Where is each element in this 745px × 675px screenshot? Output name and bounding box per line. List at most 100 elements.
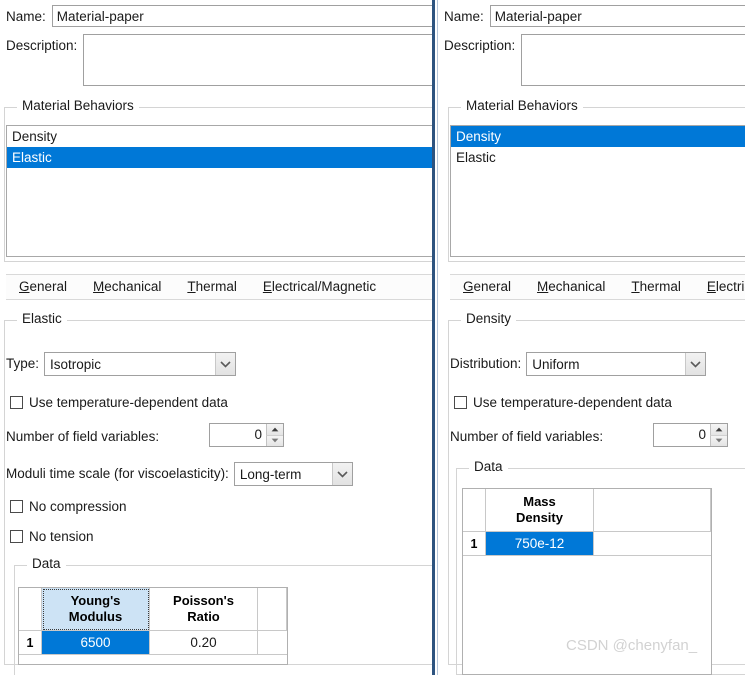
material-behaviors-list[interactable]: Density Elastic bbox=[6, 125, 434, 257]
material-behaviors-title: Material Behaviors bbox=[17, 98, 139, 113]
table-header-row: Young's Modulus Poisson's Ratio bbox=[19, 588, 287, 631]
stepper-down-icon[interactable] bbox=[266, 435, 283, 447]
description-input[interactable] bbox=[521, 34, 745, 86]
cell-mass-density[interactable]: 750e-12 bbox=[486, 532, 594, 556]
list-item[interactable]: Density bbox=[7, 126, 433, 147]
name-label: Name: bbox=[6, 5, 46, 29]
stepper-buttons[interactable] bbox=[266, 424, 283, 446]
list-item[interactable]: Density bbox=[451, 126, 745, 147]
use-temp-dependent-data-checkbox[interactable]: Use temperature-dependent data bbox=[10, 395, 228, 410]
description-label: Description: bbox=[444, 34, 515, 58]
column-header-line2: Modulus bbox=[69, 609, 122, 624]
stepper-down-icon[interactable] bbox=[710, 435, 727, 447]
material-editor-left-panel: Name: Material-paper Description: Materi… bbox=[0, 0, 435, 675]
distribution-label: Distribution: bbox=[450, 352, 521, 376]
description-label: Description: bbox=[6, 34, 77, 58]
description-input[interactable] bbox=[83, 34, 435, 86]
table-corner-cell bbox=[463, 489, 486, 532]
column-header-line2: Density bbox=[516, 510, 563, 525]
type-combobox[interactable]: Isotropic bbox=[44, 352, 236, 376]
column-header-line1: Mass bbox=[523, 494, 556, 509]
moduli-time-scale-row: Moduli time scale (for viscoelasticity):… bbox=[6, 462, 353, 486]
checkbox-icon[interactable] bbox=[10, 530, 23, 543]
field-variables-label: Number of field variables: bbox=[6, 425, 159, 449]
field-variables-row: Number of field variables: bbox=[450, 425, 603, 449]
field-variables-stepper[interactable]: 0 bbox=[653, 423, 728, 447]
type-row: Type: Isotropic bbox=[6, 352, 236, 376]
use-temp-dependent-data-checkbox[interactable]: Use temperature-dependent data bbox=[454, 395, 672, 410]
moduli-time-scale-combobox[interactable]: Long-term bbox=[234, 462, 353, 486]
field-variables-value[interactable]: 0 bbox=[654, 424, 710, 446]
stepper-up-icon[interactable] bbox=[710, 424, 727, 435]
menu-item-thermal[interactable]: Thermal bbox=[174, 275, 250, 299]
cell-poissons-ratio[interactable]: 0.20 bbox=[150, 631, 258, 655]
stepper-buttons[interactable] bbox=[710, 424, 727, 446]
field-variables-label: Number of field variables: bbox=[450, 425, 603, 449]
description-row: Description: bbox=[6, 34, 435, 86]
table-corner-cell bbox=[19, 588, 42, 631]
category-menubar[interactable]: General Mechanical Thermal Electrical/Ma… bbox=[6, 274, 435, 300]
table-row[interactable]: 1 750e-12 bbox=[463, 532, 711, 556]
data-group-title: Data bbox=[27, 556, 66, 571]
row-header[interactable]: 1 bbox=[463, 532, 486, 556]
menu-item-general[interactable]: General bbox=[450, 275, 524, 299]
field-variables-value[interactable]: 0 bbox=[210, 424, 266, 446]
menu-item-electrical-magnetic[interactable]: Electrical/Magnetic bbox=[694, 275, 745, 299]
name-input[interactable]: Material-paper bbox=[490, 5, 745, 27]
cell-filler bbox=[258, 631, 287, 655]
moduli-time-scale-label: Moduli time scale (for viscoelasticity): bbox=[6, 462, 229, 486]
distribution-row: Distribution: Uniform bbox=[450, 352, 706, 376]
elastic-section-title: Elastic bbox=[17, 311, 67, 326]
cell-youngs-modulus[interactable]: 6500 bbox=[42, 631, 150, 655]
distribution-combobox[interactable]: Uniform bbox=[526, 352, 706, 376]
column-header-poissons-ratio[interactable]: Poisson's Ratio bbox=[150, 588, 258, 631]
category-menubar[interactable]: General Mechanical Thermal Electrical/Ma… bbox=[450, 274, 745, 300]
field-variables-stepper[interactable]: 0 bbox=[209, 423, 284, 447]
row-header[interactable]: 1 bbox=[19, 631, 42, 655]
material-behaviors-list[interactable]: Density Elastic bbox=[450, 125, 745, 257]
no-compression-checkbox[interactable]: No compression bbox=[10, 499, 127, 514]
distribution-value: Uniform bbox=[527, 357, 685, 372]
column-header-filler bbox=[594, 489, 711, 532]
menu-item-thermal[interactable]: Thermal bbox=[618, 275, 694, 299]
column-header-line1: Poisson's bbox=[173, 593, 234, 608]
column-header-filler bbox=[258, 588, 287, 631]
name-row: Name: Material-paper bbox=[444, 5, 745, 29]
menu-item-mechanical[interactable]: Mechanical bbox=[80, 275, 174, 299]
list-item[interactable]: Elastic bbox=[451, 147, 745, 168]
description-row: Description: bbox=[444, 34, 745, 86]
checkbox-label: No compression bbox=[29, 499, 127, 514]
column-header-line1: Young's bbox=[71, 593, 121, 608]
list-item[interactable]: Elastic bbox=[7, 147, 433, 168]
table-row[interactable]: 1 6500 0.20 bbox=[19, 631, 287, 655]
checkbox-label: No tension bbox=[29, 529, 94, 544]
checkbox-label: Use temperature-dependent data bbox=[29, 395, 228, 410]
chevron-down-icon[interactable] bbox=[215, 353, 235, 375]
watermark: CSDN @chenyfan_ bbox=[566, 637, 697, 654]
checkbox-icon[interactable] bbox=[10, 500, 23, 513]
chevron-down-icon[interactable] bbox=[332, 463, 352, 485]
checkbox-label: Use temperature-dependent data bbox=[473, 395, 672, 410]
checkbox-icon[interactable] bbox=[10, 396, 23, 409]
column-header-youngs-modulus[interactable]: Young's Modulus bbox=[42, 588, 150, 631]
chevron-down-icon[interactable] bbox=[685, 353, 705, 375]
menu-item-mechanical[interactable]: Mechanical bbox=[524, 275, 618, 299]
name-input[interactable]: Material-paper bbox=[52, 5, 435, 27]
menu-item-electrical-magnetic[interactable]: Electrical/Magnetic bbox=[250, 275, 389, 299]
name-row: Name: Material-paper bbox=[6, 5, 435, 29]
type-label: Type: bbox=[6, 352, 39, 376]
data-group-title: Data bbox=[469, 459, 508, 474]
material-editor-right-panel: Name: Material-paper Description: Materi… bbox=[437, 0, 745, 675]
menu-item-general[interactable]: General bbox=[6, 275, 80, 299]
group-rule bbox=[13, 320, 435, 321]
no-tension-checkbox[interactable]: No tension bbox=[10, 529, 94, 544]
elastic-data-table[interactable]: Young's Modulus Poisson's Ratio 1 6500 0… bbox=[18, 587, 288, 665]
column-header-mass-density[interactable]: Mass Density bbox=[486, 489, 594, 532]
name-label: Name: bbox=[444, 5, 484, 29]
material-behaviors-title: Material Behaviors bbox=[461, 98, 583, 113]
column-header-line2: Ratio bbox=[187, 609, 220, 624]
stepper-up-icon[interactable] bbox=[266, 424, 283, 435]
type-value: Isotropic bbox=[45, 357, 215, 372]
density-section-title: Density bbox=[461, 311, 516, 326]
checkbox-icon[interactable] bbox=[454, 396, 467, 409]
